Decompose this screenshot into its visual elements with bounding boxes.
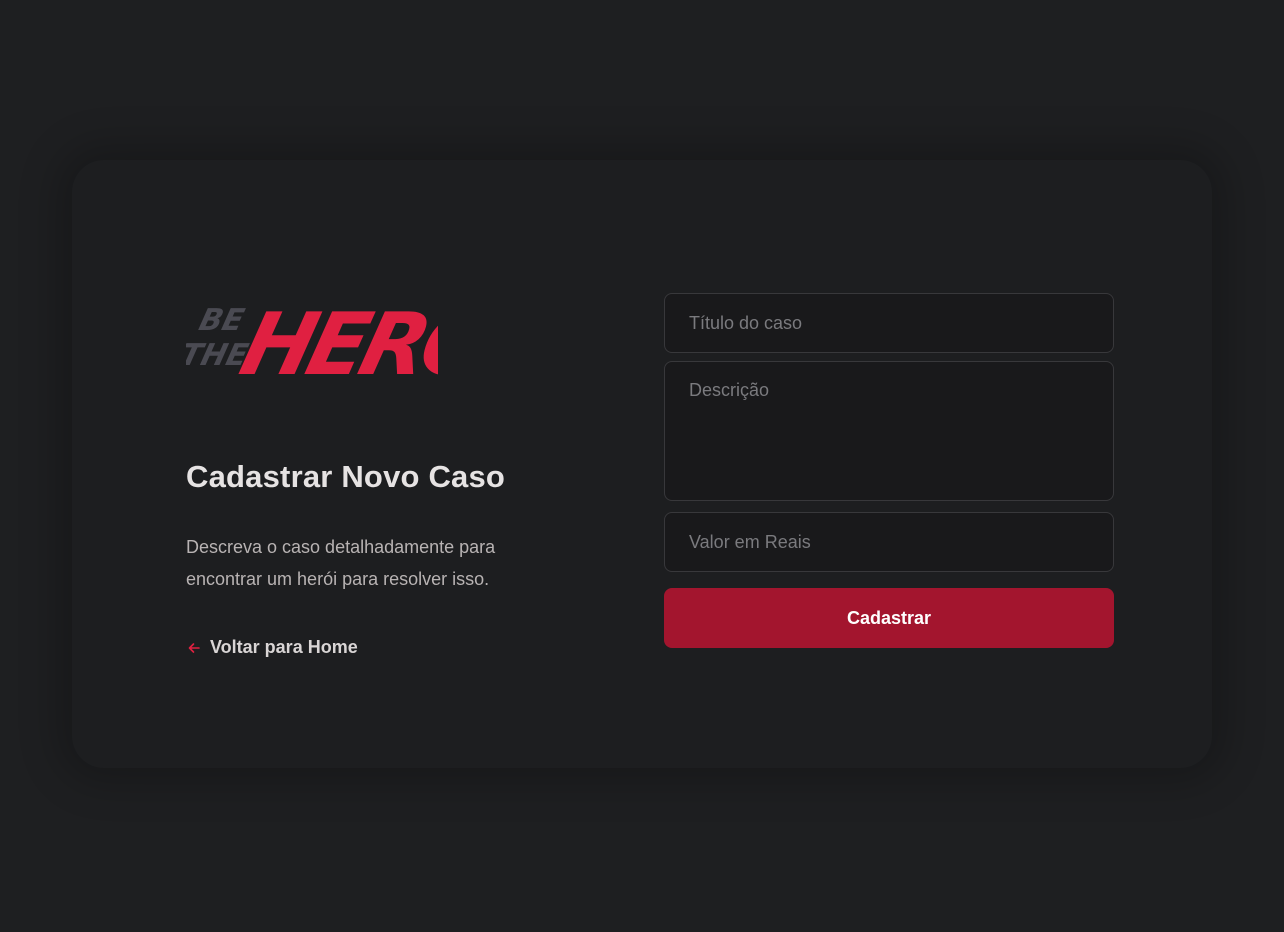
- intro-section: BE THE HERO Cadastrar Novo Caso Descreva…: [186, 280, 606, 661]
- case-value-input[interactable]: [664, 512, 1114, 572]
- case-title-input[interactable]: [664, 293, 1114, 353]
- page-title: Cadastrar Novo Caso: [186, 459, 506, 494]
- be-the-hero-logo: BE THE HERO: [186, 294, 438, 390]
- back-to-home-link[interactable]: Voltar para Home: [186, 637, 358, 658]
- submit-button[interactable]: Cadastrar: [664, 588, 1114, 648]
- back-link-label: Voltar para Home: [210, 637, 358, 658]
- logo-hero-text: HERO: [231, 294, 438, 390]
- arrow-left-icon: [186, 640, 202, 656]
- case-description-textarea[interactable]: [664, 361, 1114, 501]
- new-case-form: Cadastrar: [664, 293, 1114, 648]
- page-description: Descreva o caso detalhadamente para enco…: [186, 537, 496, 590]
- page: BE THE HERO Cadastrar Novo Caso Descreva…: [0, 0, 1284, 932]
- logo-be-text: BE: [196, 303, 248, 337]
